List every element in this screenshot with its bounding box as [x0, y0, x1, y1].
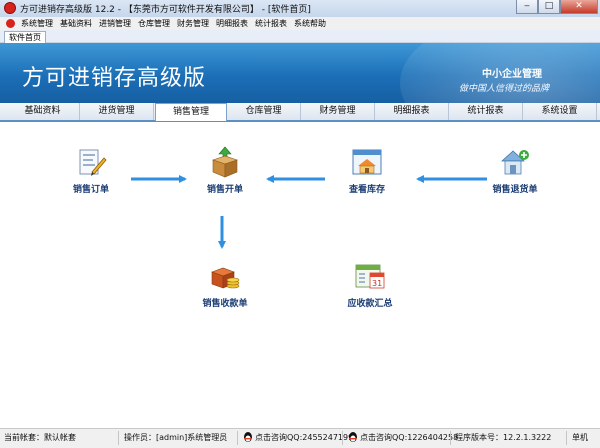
module-sales-invoice[interactable]: 销售开单	[185, 146, 265, 206]
status-bar: 当前帐套：默认帐套 操作员：[admin]系统管理员 点击咨询QQ:245524…	[0, 428, 600, 448]
menu-warehouse[interactable]: 仓库管理	[138, 17, 170, 30]
qq-consult-link-2[interactable]: 点击咨询QQ:1226404258	[360, 433, 458, 443]
maximize-button[interactable]: □	[538, 0, 560, 14]
window-controls: ‒ □ ✕	[516, 0, 598, 15]
status-version: 程序版本号：12.2.1.3222	[455, 433, 552, 442]
svg-text:31: 31	[372, 279, 382, 288]
tab-sales[interactable]: 销售管理	[155, 103, 227, 121]
workflow-panel: 销售订单 销售开单 查看库存 销售退货单 销售收款单 31 应收款汇总	[0, 122, 600, 428]
module-receivables-summary[interactable]: 31 应收款汇总	[330, 260, 410, 320]
module-sales-order[interactable]: 销售订单	[51, 146, 131, 206]
module-label: 查看库存	[348, 185, 385, 195]
module-label: 销售收款单	[202, 299, 248, 309]
status-account: 当前帐套：默认帐套	[4, 433, 76, 442]
menu-finance[interactable]: 财务管理	[177, 17, 209, 30]
product-title: 方可进销存高级版	[22, 66, 207, 91]
tab-system-settings[interactable]: 系统设置	[523, 103, 597, 120]
menu-system[interactable]: 系统管理	[21, 17, 53, 30]
qq-penguin-icon	[349, 432, 357, 442]
window-title: 方可进销存高级版 12.2 - 【东莞市方可软件开发有限公司】 - [软件首页]	[20, 5, 311, 15]
module-label: 应收款汇总	[347, 299, 393, 309]
banner-slogan: 中小企业管理	[482, 69, 542, 80]
tab-finance[interactable]: 财务管理	[301, 103, 375, 120]
module-sales-receipt[interactable]: 销售收款单	[185, 260, 265, 320]
menu-logo-icon	[6, 19, 15, 28]
tab-detail-reports[interactable]: 明细报表	[375, 103, 449, 120]
tab-purchase[interactable]: 进货管理	[80, 103, 154, 120]
qq-consult-link-1[interactable]: 点击咨询QQ:2455247199	[255, 433, 353, 443]
qq-penguin-icon	[244, 432, 252, 442]
app-logo-icon[interactable]	[4, 2, 16, 14]
banner-tagline: 做中国人信得过的品牌	[459, 84, 550, 94]
menu-bar: 系统管理 基础资料 进销管理 仓库管理 财务管理 明细报表 统计报表 系统帮助	[0, 17, 600, 31]
calendar-report-icon: 31	[355, 264, 385, 289]
module-view-stock[interactable]: 查看库存	[327, 146, 407, 206]
banner: 方可进销存高级版 中小企业管理 做中国人信得过的品牌	[0, 43, 600, 103]
document-tab-strip: 软件首页	[0, 30, 600, 43]
menu-purchase-sales[interactable]: 进销管理	[99, 17, 131, 30]
status-operator: 操作员：[admin]系统管理员	[124, 433, 228, 442]
module-sales-return[interactable]: 销售退货单	[475, 146, 555, 206]
package-box-icon	[212, 146, 238, 178]
menu-basic-data[interactable]: 基础资料	[60, 17, 92, 30]
module-tab-bar: 基础资料 进货管理 销售管理 仓库管理 财务管理 明细报表 统计报表 系统设置	[0, 103, 600, 122]
order-document-icon	[79, 149, 107, 176]
module-label: 销售订单	[72, 185, 109, 195]
close-button[interactable]: ✕	[560, 0, 598, 14]
tab-basic-data[interactable]: 基础资料	[6, 103, 80, 120]
module-label: 销售退货单	[492, 185, 538, 195]
menu-detail-reports[interactable]: 明细报表	[216, 17, 248, 30]
minimize-button[interactable]: ‒	[516, 0, 538, 14]
module-label: 销售开单	[206, 185, 243, 195]
tab-stat-reports[interactable]: 统计报表	[449, 103, 523, 120]
menu-help[interactable]: 系统帮助	[294, 17, 326, 30]
warehouse-window-icon	[352, 149, 382, 175]
title-bar: 方可进销存高级版 12.2 - 【东莞市方可软件开发有限公司】 - [软件首页]…	[0, 0, 600, 18]
tab-home[interactable]: 软件首页	[4, 31, 46, 43]
money-box-icon	[211, 267, 240, 289]
tab-warehouse[interactable]: 仓库管理	[227, 103, 301, 120]
return-house-icon	[501, 150, 529, 175]
menu-stat-reports[interactable]: 统计报表	[255, 17, 287, 30]
status-mode: 单机	[572, 433, 588, 442]
